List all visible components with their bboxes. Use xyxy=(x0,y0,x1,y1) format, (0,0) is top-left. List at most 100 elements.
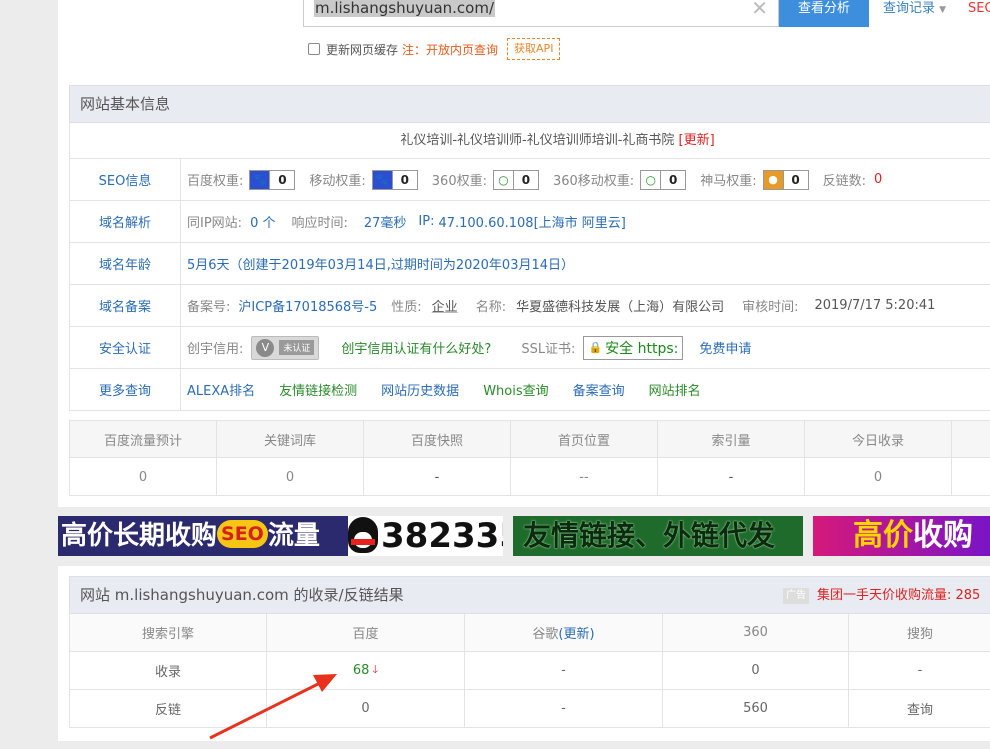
stats-header-cell: 百度流量预计 xyxy=(70,421,217,457)
baidu-paw-icon: 🐾 xyxy=(372,170,393,189)
row-name: 收录 xyxy=(70,652,267,689)
so360-ring-icon: ○ xyxy=(641,170,662,189)
lock-icon: 🔒 xyxy=(588,341,603,354)
baidu-weight-badge[interactable]: 🐾 0 xyxy=(249,169,296,190)
google-refresh-link[interactable]: (更新) xyxy=(558,623,594,642)
site-title: 礼仪培训-礼仪培训师-礼仪培训师培训-礼商书院 xyxy=(400,133,675,148)
mobile-weight-badge[interactable]: 🐾 0 xyxy=(371,169,418,190)
stats-table: 百度流量预计 关键词库 百度快照 首页位置 索引量 今日收录 0 0 - -- … xyxy=(69,420,990,496)
ssl-apply-link[interactable]: 免费申请 xyxy=(699,338,751,357)
seo-top-link[interactable]: SEO xyxy=(968,0,990,17)
baidu-traffic-value[interactable]: 0 xyxy=(70,458,217,496)
stats-header-cell xyxy=(952,421,990,457)
baidu-snapshot-value: - xyxy=(364,458,511,496)
ssl-badge[interactable]: 🔒 安全 https: xyxy=(583,335,684,360)
baidu-index-cell[interactable]: 68 🡓 xyxy=(267,652,465,689)
friend-link-check[interactable]: 友情链接检测 xyxy=(279,380,357,399)
icp-no-label: 备案号: xyxy=(187,300,231,315)
so360-weight-badge[interactable]: ○ 0 xyxy=(492,169,539,190)
seo-label: SEO信息 xyxy=(70,159,181,200)
query-history-dropdown[interactable]: 查询记录 ▼ xyxy=(883,0,946,19)
same-ip-label: 同IP网站: xyxy=(187,216,243,231)
query-history-label: 查询记录 xyxy=(883,1,936,16)
google-backlink-cell: - xyxy=(465,690,663,727)
site-title-row: 礼仪培训-礼仪培训师-礼仪培训师培训-礼商书院 [更新] xyxy=(69,123,990,159)
refresh-link[interactable]: [更新] xyxy=(679,133,715,148)
backlink-value[interactable]: 0 xyxy=(874,172,882,187)
index-value: - xyxy=(658,458,805,496)
backlink-label: 反链数: xyxy=(822,174,866,189)
sogou-query-link[interactable]: 查询 xyxy=(849,690,990,727)
security-row: 安全认证 创宇信用: V 未认证 创宇信用认证有什么好处? SSL证书: 🔒 安… xyxy=(70,327,990,369)
baidu-paw-icon: 🐾 xyxy=(250,170,271,189)
ad-banner-friend-links[interactable]: 友情链接、外链代发 xyxy=(513,516,803,556)
chuangyu-badge[interactable]: V 未认证 xyxy=(251,335,320,360)
arrow-down-icon: 🡓 xyxy=(372,663,379,676)
domain-age-value: 5月6天（创建于2019年03月14日,过期时间为2020年03月14日） xyxy=(187,258,575,273)
ad-tag: 广告 xyxy=(783,588,809,604)
clear-icon[interactable]: ✕ xyxy=(751,0,768,20)
caret-down-icon: ▼ xyxy=(939,5,947,15)
col-google: 谷歌 (更新) xyxy=(465,614,663,651)
icp-no-value[interactable]: 沪ICP备17018568号-5 xyxy=(238,296,377,315)
more-query-label: 更多查询 xyxy=(70,369,181,410)
chuangyu-label: 创宇信用: xyxy=(187,342,244,357)
site-rank-link[interactable]: 网站排名 xyxy=(649,380,701,399)
baidu-backlink-cell[interactable]: 0 xyxy=(267,690,465,727)
ip-value[interactable]: 47.100.60.108[上海市 阿里云] xyxy=(438,212,625,231)
security-label: 安全认证 xyxy=(70,327,181,368)
baidu-weight-label: 百度权重: xyxy=(187,174,244,189)
col-sogou: 搜狗 xyxy=(906,627,933,642)
results-title: 网站 m.lishangshuyuan.com 的收录/反链结果 xyxy=(80,586,404,604)
search-input-value: m.lishangshuyuan.com/ xyxy=(314,0,496,17)
icp-audit-label: 审核时间: xyxy=(742,300,799,315)
cache-note: 注：开放内页查询 xyxy=(402,42,499,57)
alexa-link[interactable]: ALEXA排名 xyxy=(187,380,255,399)
mobile-weight-label: 移动权重: xyxy=(309,174,366,189)
verified-v-icon: V xyxy=(256,338,275,357)
icp-name-value: 华夏盛德科技发展（上海）有限公司 xyxy=(516,300,725,315)
chuangyu-benefit-link[interactable]: 创宇信用认证有什么好处? xyxy=(341,338,491,357)
whois-link[interactable]: Whois查询 xyxy=(483,380,548,399)
update-cache-label: 更新网页缓存 xyxy=(326,42,399,57)
icp-query-link[interactable]: 备案查询 xyxy=(573,380,625,399)
home-position-value: -- xyxy=(511,458,658,496)
analyze-button[interactable]: 查看分析 xyxy=(779,0,869,27)
dns-row: 域名解析 同IP网站: 0 个 响应时间: 27毫秒 IP: 47.100.60… xyxy=(70,201,990,243)
today-index-value[interactable]: 0 xyxy=(805,458,952,496)
stats-value-cell xyxy=(952,458,990,496)
url-search-input[interactable]: m.lishangshuyuan.com/ ✕ xyxy=(303,0,779,27)
ad-banner-row: 高价长期收购SEO流量 3823355 友情链接、外链代发 高价收购 xyxy=(58,516,990,556)
stats-header-cell: 关键词库 xyxy=(217,421,364,457)
so360m-weight-badge[interactable]: ○ 0 xyxy=(640,169,687,190)
shenma-weight-badge[interactable]: ● 0 xyxy=(762,169,809,190)
results-table: 搜索引擎 百度 谷歌 (更新) 360 搜狗 收录 68 🡓 - 0 - 反链 0 … xyxy=(69,614,990,728)
shenma-weight-label: 神马权重: xyxy=(700,174,757,189)
results-ad-link[interactable]: 集团一手天价收购流量: 285 xyxy=(817,577,980,614)
icp-name-label: 名称: xyxy=(475,300,507,315)
table-row: 反链 0 - 560 查询 xyxy=(70,690,990,728)
same-ip-value[interactable]: 0 个 xyxy=(250,212,275,231)
stats-header-cell: 今日收录 xyxy=(805,421,952,457)
col-engine: 搜索引擎 xyxy=(70,614,267,651)
ad-banner-high-price[interactable]: 高价收购 xyxy=(813,516,990,556)
col-baidu: 百度 xyxy=(267,614,465,651)
keyword-lib-value[interactable]: 0 xyxy=(217,458,364,496)
col-360: 360 xyxy=(663,614,849,651)
so360-index-cell: 0 xyxy=(663,652,849,689)
icp-row: 域名备案 备案号: 沪ICP备17018568号-5 性质: 企业 名称: 华夏… xyxy=(70,285,990,327)
ad-banner-seo-traffic[interactable]: 高价长期收购 SEO 流量 xyxy=(58,516,348,556)
icp-nature-value: 企业 xyxy=(431,300,458,315)
get-api-button[interactable]: 获取API xyxy=(507,38,561,60)
stats-header-cell: 索引量 xyxy=(658,421,805,457)
update-cache-checkbox[interactable] xyxy=(308,43,320,55)
ip-label: IP: xyxy=(418,214,435,229)
ad-banner-qq[interactable]: 3823355 xyxy=(348,516,503,556)
response-time-label: 响应时间: xyxy=(291,216,348,231)
history-data-link[interactable]: 网站历史数据 xyxy=(381,380,459,399)
cache-option-row: 更新网页缓存 注：开放内页查询 获取API xyxy=(308,38,561,60)
so360-backlink-cell: 560 xyxy=(663,690,849,727)
so360-ring-icon: ○ xyxy=(493,170,514,189)
sogou-index-cell: - xyxy=(917,663,923,678)
stats-header-cell: 首页位置 xyxy=(511,421,658,457)
